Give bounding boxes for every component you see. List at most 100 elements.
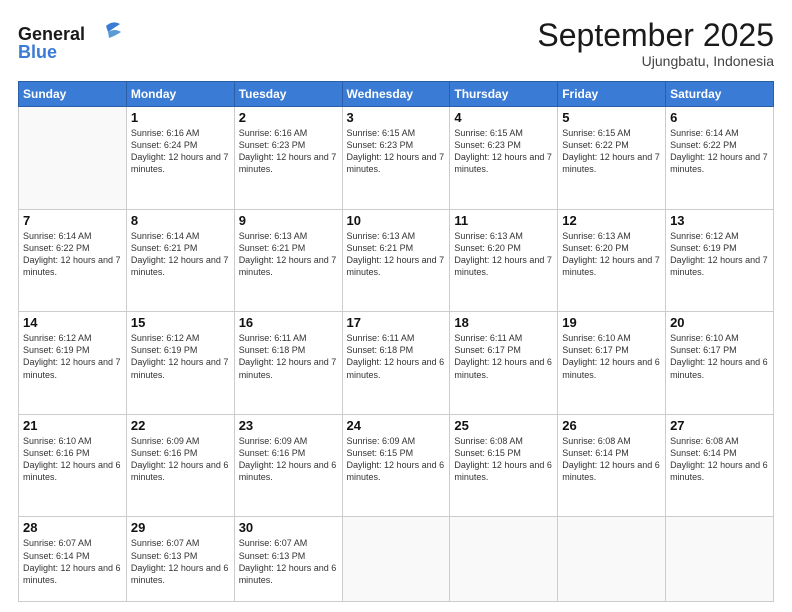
calendar-cell: 25Sunrise: 6:08 AM Sunset: 6:15 PM Dayli… (450, 414, 558, 517)
calendar-header-wednesday: Wednesday (342, 82, 450, 107)
day-number: 4 (454, 110, 553, 125)
logo-text: General Blue (18, 18, 128, 71)
day-number: 10 (347, 213, 446, 228)
calendar-cell: 27 Sunrise: 6:08 AM Sunset: 6:14 PM Dayli… (666, 414, 774, 517)
day-number: 12 (562, 213, 661, 228)
calendar-week-row: 1Sunrise: 6:16 AM Sunset: 6:24 PM Daylig… (19, 107, 774, 210)
calendar-cell: 24 Sunrise: 6:09 AM Sunset: 6:15 PM Dayli… (342, 414, 450, 517)
day-info: Sunrise: 6:13 AM Sunset: 6:20 PM Dayligh… (454, 230, 553, 279)
day-number: 8 (131, 213, 230, 228)
day-info: Sunrise: 6:07 AM Sunset: 6:13 PM Dayligh… (131, 537, 230, 586)
calendar-cell: 3Sunrise: 6:15 AM Sunset: 6:23 PM Daylig… (342, 107, 450, 210)
calendar-cell: 4 Sunrise: 6:15 AM Sunset: 6:23 PM Daylig… (450, 107, 558, 210)
calendar-cell: 29Sunrise: 6:07 AM Sunset: 6:13 PM Dayli… (126, 517, 234, 602)
calendar-cell: 15Sunrise: 6:12 AM Sunset: 6:19 PM Dayli… (126, 312, 234, 415)
day-info: Sunrise: 6:13 AM Sunset: 6:21 PM Dayligh… (239, 230, 338, 279)
day-number: 2 (239, 110, 338, 125)
calendar-cell (558, 517, 666, 602)
calendar-week-row: 28 Sunrise: 6:07 AM Sunset: 6:14 PM Dayli… (19, 517, 774, 602)
month-title: September 2025 (537, 18, 774, 53)
calendar-week-row: 7Sunrise: 6:14 AM Sunset: 6:22 PM Daylig… (19, 209, 774, 312)
day-number: 30 (239, 520, 338, 535)
calendar-week-row: 14 Sunrise: 6:12 AM Sunset: 6:19 PM Dayli… (19, 312, 774, 415)
day-number: 14 (23, 315, 122, 330)
day-number: 19 (562, 315, 661, 330)
calendar-cell: 5 Sunrise: 6:15 AM Sunset: 6:22 PM Daylig… (558, 107, 666, 210)
day-number: 5 (562, 110, 661, 125)
day-info: Sunrise: 6:15 AM Sunset: 6:23 PM Dayligh… (454, 127, 553, 176)
calendar-cell: 21Sunrise: 6:10 AM Sunset: 6:16 PM Dayli… (19, 414, 127, 517)
day-number: 9 (239, 213, 338, 228)
calendar-header-saturday: Saturday (666, 82, 774, 107)
header: General Blue September 2025 Ujungbatu, I… (18, 18, 774, 71)
day-info: Sunrise: 6:13 AM Sunset: 6:20 PM Dayligh… (562, 230, 661, 279)
calendar-cell: 22 Sunrise: 6:09 AM Sunset: 6:16 PM Dayli… (126, 414, 234, 517)
calendar-table: SundayMondayTuesdayWednesdayThursdayFrid… (18, 81, 774, 602)
calendar-cell: 2 Sunrise: 6:16 AM Sunset: 6:23 PM Daylig… (234, 107, 342, 210)
svg-text:General: General (18, 24, 85, 44)
day-info: Sunrise: 6:09 AM Sunset: 6:16 PM Dayligh… (239, 435, 338, 484)
calendar-cell: 14 Sunrise: 6:12 AM Sunset: 6:19 PM Dayli… (19, 312, 127, 415)
calendar-cell: 11 Sunrise: 6:13 AM Sunset: 6:20 PM Dayli… (450, 209, 558, 312)
day-number: 28 (23, 520, 122, 535)
day-info: Sunrise: 6:14 AM Sunset: 6:21 PM Dayligh… (131, 230, 230, 279)
calendar-week-row: 21Sunrise: 6:10 AM Sunset: 6:16 PM Dayli… (19, 414, 774, 517)
calendar-cell: 28 Sunrise: 6:07 AM Sunset: 6:14 PM Dayli… (19, 517, 127, 602)
day-info: Sunrise: 6:14 AM Sunset: 6:22 PM Dayligh… (670, 127, 769, 176)
day-info: Sunrise: 6:09 AM Sunset: 6:15 PM Dayligh… (347, 435, 446, 484)
calendar-cell: 16 Sunrise: 6:11 AM Sunset: 6:18 PM Dayli… (234, 312, 342, 415)
day-number: 1 (131, 110, 230, 125)
calendar-cell: 1Sunrise: 6:16 AM Sunset: 6:24 PM Daylig… (126, 107, 234, 210)
day-number: 3 (347, 110, 446, 125)
calendar-cell: 17 Sunrise: 6:11 AM Sunset: 6:18 PM Dayli… (342, 312, 450, 415)
day-info: Sunrise: 6:12 AM Sunset: 6:19 PM Dayligh… (670, 230, 769, 279)
day-info: Sunrise: 6:16 AM Sunset: 6:23 PM Dayligh… (239, 127, 338, 176)
day-number: 13 (670, 213, 769, 228)
calendar-cell: 9 Sunrise: 6:13 AM Sunset: 6:21 PM Daylig… (234, 209, 342, 312)
calendar-header-row: SundayMondayTuesdayWednesdayThursdayFrid… (19, 82, 774, 107)
page: General Blue September 2025 Ujungbatu, I… (0, 0, 792, 612)
day-info: Sunrise: 6:10 AM Sunset: 6:17 PM Dayligh… (562, 332, 661, 381)
day-info: Sunrise: 6:10 AM Sunset: 6:16 PM Dayligh… (23, 435, 122, 484)
subtitle: Ujungbatu, Indonesia (537, 53, 774, 69)
day-info: Sunrise: 6:08 AM Sunset: 6:14 PM Dayligh… (562, 435, 661, 484)
day-number: 26 (562, 418, 661, 433)
day-number: 27 (670, 418, 769, 433)
day-info: Sunrise: 6:08 AM Sunset: 6:15 PM Dayligh… (454, 435, 553, 484)
day-info: Sunrise: 6:08 AM Sunset: 6:14 PM Dayligh… (670, 435, 769, 484)
calendar-cell: 18Sunrise: 6:11 AM Sunset: 6:17 PM Dayli… (450, 312, 558, 415)
day-number: 17 (347, 315, 446, 330)
day-info: Sunrise: 6:09 AM Sunset: 6:16 PM Dayligh… (131, 435, 230, 484)
day-info: Sunrise: 6:13 AM Sunset: 6:21 PM Dayligh… (347, 230, 446, 279)
day-info: Sunrise: 6:12 AM Sunset: 6:19 PM Dayligh… (23, 332, 122, 381)
day-number: 16 (239, 315, 338, 330)
svg-text:Blue: Blue (18, 42, 57, 62)
calendar-header-sunday: Sunday (19, 82, 127, 107)
day-info: Sunrise: 6:11 AM Sunset: 6:18 PM Dayligh… (239, 332, 338, 381)
calendar-cell: 26 Sunrise: 6:08 AM Sunset: 6:14 PM Dayli… (558, 414, 666, 517)
calendar-cell: 6 Sunrise: 6:14 AM Sunset: 6:22 PM Daylig… (666, 107, 774, 210)
title-block: September 2025 Ujungbatu, Indonesia (537, 18, 774, 69)
day-number: 24 (347, 418, 446, 433)
calendar-cell: 20Sunrise: 6:10 AM Sunset: 6:17 PM Dayli… (666, 312, 774, 415)
calendar-cell: 23 Sunrise: 6:09 AM Sunset: 6:16 PM Dayli… (234, 414, 342, 517)
day-info: Sunrise: 6:11 AM Sunset: 6:18 PM Dayligh… (347, 332, 446, 381)
logo: General Blue (18, 18, 128, 71)
day-number: 15 (131, 315, 230, 330)
calendar-header-friday: Friday (558, 82, 666, 107)
day-number: 6 (670, 110, 769, 125)
calendar-cell: 10 Sunrise: 6:13 AM Sunset: 6:21 PM Dayli… (342, 209, 450, 312)
day-number: 23 (239, 418, 338, 433)
calendar-cell: 19 Sunrise: 6:10 AM Sunset: 6:17 PM Dayli… (558, 312, 666, 415)
day-number: 18 (454, 315, 553, 330)
calendar-cell: 13 Sunrise: 6:12 AM Sunset: 6:19 PM Dayli… (666, 209, 774, 312)
day-info: Sunrise: 6:10 AM Sunset: 6:17 PM Dayligh… (670, 332, 769, 381)
calendar-cell (666, 517, 774, 602)
calendar-cell: 7Sunrise: 6:14 AM Sunset: 6:22 PM Daylig… (19, 209, 127, 312)
day-info: Sunrise: 6:15 AM Sunset: 6:22 PM Dayligh… (562, 127, 661, 176)
day-number: 22 (131, 418, 230, 433)
day-info: Sunrise: 6:07 AM Sunset: 6:13 PM Dayligh… (239, 537, 338, 586)
day-info: Sunrise: 6:07 AM Sunset: 6:14 PM Dayligh… (23, 537, 122, 586)
calendar-cell: 12 Sunrise: 6:13 AM Sunset: 6:20 PM Dayli… (558, 209, 666, 312)
day-number: 11 (454, 213, 553, 228)
